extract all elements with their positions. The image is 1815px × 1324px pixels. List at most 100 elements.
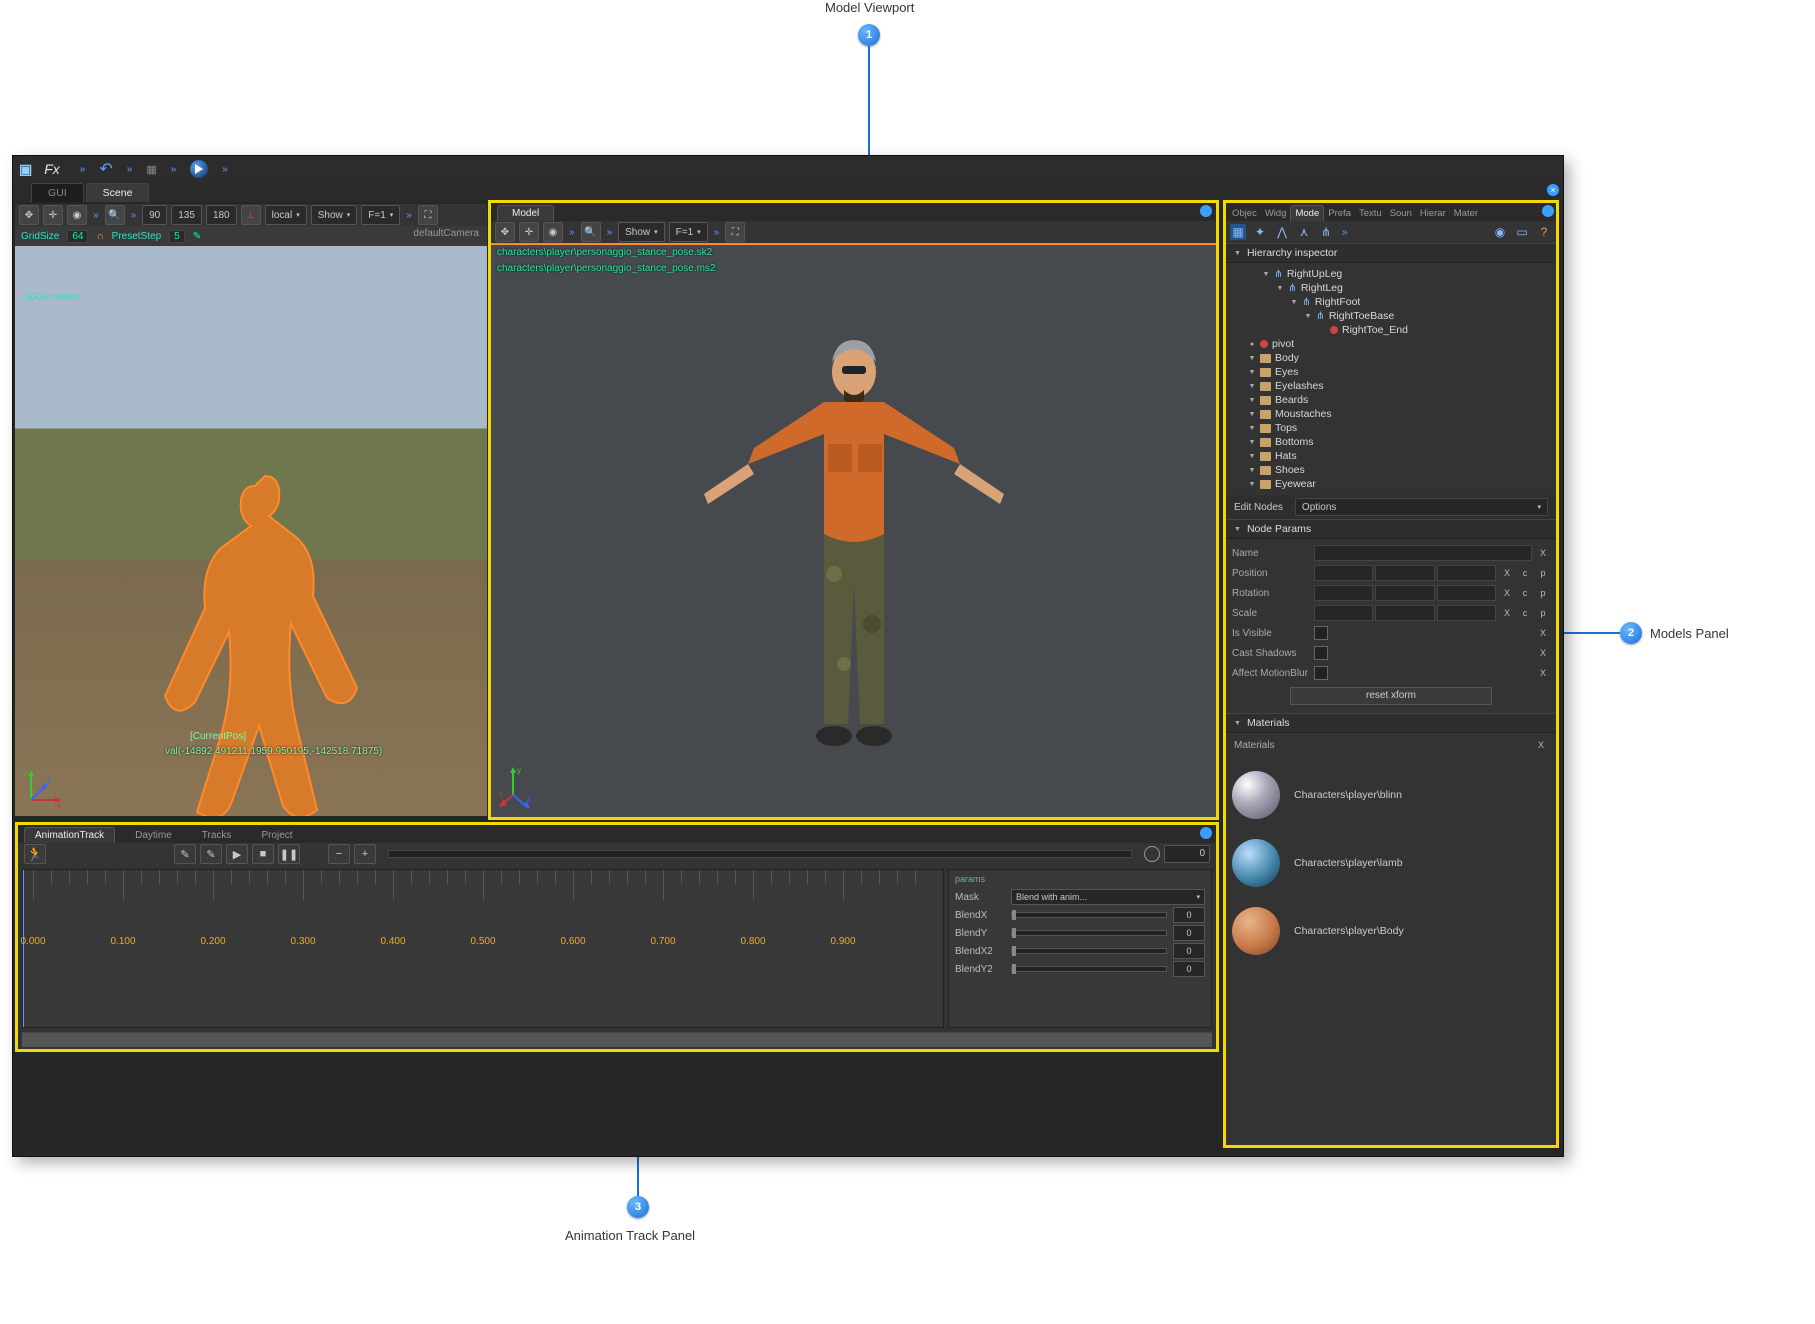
tab-textures[interactable]: Textu xyxy=(1355,206,1386,221)
tree-row[interactable]: RightToe_End xyxy=(1226,323,1556,337)
mode-run-icon[interactable]: ✦ xyxy=(1252,224,1268,240)
blendy-slider[interactable] xyxy=(1011,930,1167,936)
material-item[interactable]: Characters\player\lamb xyxy=(1232,829,1550,897)
format-select[interactable]: F=1▾ xyxy=(361,205,400,225)
tree-row[interactable]: ▼⋔RightLeg xyxy=(1226,281,1556,295)
np-c[interactable]: c xyxy=(1518,568,1532,578)
tree-row[interactable]: ▼Eyes xyxy=(1226,365,1556,379)
np-pos-x[interactable] xyxy=(1314,565,1373,581)
tab-objects[interactable]: Objec xyxy=(1228,206,1261,221)
space-select[interactable]: local▾ xyxy=(265,205,307,225)
np-rot-z[interactable] xyxy=(1437,585,1496,601)
expand-icon[interactable]: ▼ xyxy=(1248,411,1256,418)
close-icon[interactable] xyxy=(1200,205,1212,217)
gridsize-value[interactable]: 64 xyxy=(67,230,88,243)
show-select[interactable]: Show▾ xyxy=(311,205,358,225)
expand-icon[interactable]: ▼ xyxy=(1290,299,1298,306)
node-params-header[interactable]: Node Params xyxy=(1226,519,1556,539)
expand-icon[interactable]: ▼ xyxy=(1248,467,1256,474)
pause-button[interactable]: ❚❚ xyxy=(278,844,300,864)
np-x[interactable]: X xyxy=(1536,548,1550,558)
hand-icon[interactable]: ✥ xyxy=(19,205,39,225)
tree-row[interactable]: ▼Eyewear xyxy=(1226,477,1556,491)
mode-multi-icon[interactable]: ⋔ xyxy=(1318,224,1334,240)
orbit-icon[interactable]: ◉ xyxy=(67,205,87,225)
expand-icon[interactable]: ⛶ xyxy=(725,222,745,242)
hierarchy-tree[interactable]: ▼⋔RightUpLeg▼⋔RightLeg▼⋔RightFoot▼⋔Right… xyxy=(1226,263,1556,495)
time-field[interactable]: 0 xyxy=(1164,845,1210,863)
tab-materials[interactable]: Mater xyxy=(1450,206,1482,221)
np-p[interactable]: p xyxy=(1536,568,1550,578)
np-x[interactable]: X xyxy=(1536,668,1550,678)
np-x[interactable]: X xyxy=(1500,608,1514,618)
np-x[interactable]: X xyxy=(1536,628,1550,638)
hand-icon[interactable]: ✥ xyxy=(495,222,515,242)
tree-row[interactable]: ▼⋔RightToeBase xyxy=(1226,309,1556,323)
stop-button[interactable]: ■ xyxy=(252,844,274,864)
close-icon[interactable] xyxy=(1542,205,1554,217)
np-p[interactable]: p xyxy=(1536,588,1550,598)
eye-icon[interactable]: ◉ xyxy=(1492,224,1508,240)
tab-animationtrack[interactable]: AnimationTrack xyxy=(24,827,115,843)
scene-viewport[interactable]: 5000 meters [CurrentPos] val(-14892.4912… xyxy=(15,246,487,816)
play-button[interactable]: ▶ xyxy=(226,844,248,864)
tree-row[interactable]: ▼⋔RightFoot xyxy=(1226,295,1556,309)
tree-row[interactable]: ▼Body xyxy=(1226,351,1556,365)
np-x[interactable]: X xyxy=(1534,740,1548,750)
np-x[interactable]: X xyxy=(1500,588,1514,598)
minus-button[interactable]: − xyxy=(328,844,350,864)
zoom-icon[interactable]: 🔍 xyxy=(581,222,601,242)
blendx2-value[interactable]: 0 xyxy=(1173,943,1205,959)
tab-sounds[interactable]: Soun xyxy=(1386,206,1416,221)
blendx-value[interactable]: 0 xyxy=(1173,907,1205,923)
np-pos-z[interactable] xyxy=(1437,565,1496,581)
tab-project[interactable]: Project xyxy=(251,828,302,843)
tree-row[interactable]: ▼Tops xyxy=(1226,421,1556,435)
move-icon[interactable]: ✛ xyxy=(519,222,539,242)
timeline-scrollbar[interactable] xyxy=(22,1032,1212,1047)
blendy2-value[interactable]: 0 xyxy=(1173,961,1205,977)
blendx-slider[interactable] xyxy=(1011,912,1167,918)
tab-hierarchy[interactable]: Hierar xyxy=(1416,206,1450,221)
angle-135[interactable]: 135 xyxy=(171,205,202,225)
expand-icon[interactable]: ▼ xyxy=(1248,481,1256,488)
tab-scene[interactable]: Scene xyxy=(86,183,150,202)
tab-tracks[interactable]: Tracks xyxy=(192,828,242,843)
angle-180[interactable]: 180 xyxy=(206,205,237,225)
edit-alt-icon[interactable]: ✎ xyxy=(200,844,222,864)
model-viewport[interactable]: characters\player\personaggio_stance_pos… xyxy=(491,243,1216,817)
monitor-icon[interactable]: ▭ xyxy=(1514,224,1530,240)
playhead[interactable] xyxy=(23,870,24,1027)
help-icon[interactable]: ? xyxy=(1536,224,1552,240)
expand-icon[interactable]: ▼ xyxy=(1248,369,1256,376)
format-select[interactable]: F=1▾ xyxy=(669,222,708,242)
move-icon[interactable]: ✛ xyxy=(43,205,63,225)
edit-icon[interactable]: ✎ xyxy=(193,231,201,242)
tree-row[interactable]: ▼Hats xyxy=(1226,449,1556,463)
np-name-field[interactable] xyxy=(1314,545,1532,561)
tree-row[interactable]: ▼Shoes xyxy=(1226,463,1556,477)
expand-icon[interactable]: ▼ xyxy=(1248,453,1256,460)
tab-gui[interactable]: GUI xyxy=(31,183,84,202)
np-scl-z[interactable] xyxy=(1437,605,1496,621)
tree-row[interactable]: ▼Eyelashes xyxy=(1226,379,1556,393)
np-rot-y[interactable] xyxy=(1375,585,1434,601)
tab-prefabs[interactable]: Prefa xyxy=(1324,206,1355,221)
timeline[interactable]: 0.0000.1000.2000.3000.4000.5000.6000.700… xyxy=(22,869,944,1028)
mode-select-icon[interactable]: ▦ xyxy=(1230,224,1246,240)
mode-bone-icon[interactable]: ⋀ xyxy=(1274,224,1290,240)
orbit-icon[interactable]: ◉ xyxy=(543,222,563,242)
expand-icon[interactable]: ▼ xyxy=(1248,355,1256,362)
np-x[interactable]: X xyxy=(1500,568,1514,578)
tree-row[interactable]: ▼⋔RightUpLeg xyxy=(1226,267,1556,281)
edit-nodes-options[interactable]: Options▾ xyxy=(1295,498,1548,516)
np-scl-y[interactable] xyxy=(1375,605,1434,621)
tab-model[interactable]: Model xyxy=(497,205,554,221)
tab-widgets[interactable]: Widg xyxy=(1261,206,1291,221)
hierarchy-header[interactable]: Hierarchy inspector xyxy=(1226,243,1556,263)
axis-stick-icon[interactable]: ⊥ xyxy=(241,205,261,225)
mode-skeleton-icon[interactable]: ⋏ xyxy=(1296,224,1312,240)
angle-90[interactable]: 90 xyxy=(142,205,167,225)
np-c[interactable]: c xyxy=(1518,588,1532,598)
material-item[interactable]: Characters\player\blinn xyxy=(1232,761,1550,829)
